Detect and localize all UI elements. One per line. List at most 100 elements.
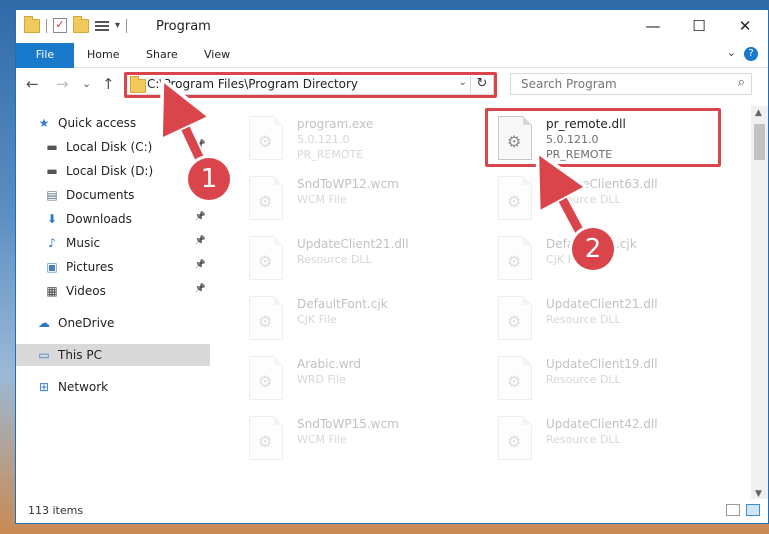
file-item[interactable]: ⚙ SndToWP12.wcm WCM File [239, 172, 469, 228]
sidebar-item[interactable]: ☁ OneDrive [16, 312, 210, 334]
properties-check-icon[interactable]: ✓ [53, 18, 67, 33]
view-options-icon[interactable] [95, 20, 109, 32]
sidebar-item[interactable]: ▬ Local Disk (C:) 📌 [16, 136, 210, 158]
pin-icon[interactable]: 📌 [195, 260, 206, 270]
sidebar-item[interactable]: ▦ Videos 📌 [16, 280, 210, 302]
gear-icon: ⚙ [507, 432, 522, 451]
file-item[interactable]: ⚙ DefaultFont.cjk CJK File [239, 292, 469, 348]
gear-icon: ⚙ [507, 252, 522, 271]
scroll-up-icon[interactable]: ▲ [755, 108, 762, 118]
file-icon: ⚙ [249, 236, 283, 280]
file-detail: Resource DLL [546, 193, 621, 206]
music-icon: ♪ [48, 236, 56, 250]
folder-icon[interactable] [24, 15, 40, 33]
sidebar-item[interactable]: ⬇ Downloads 📌 [16, 208, 210, 230]
sidebar-item-label: Pictures [66, 260, 114, 274]
sidebar-item-label: Local Disk (C:) [66, 140, 153, 154]
file-detail: Resource DLL [546, 433, 621, 446]
file-detail: 5.0.121.0 [297, 133, 350, 146]
file-icon: ⚙ [498, 296, 532, 340]
pictures-icon: ▣ [46, 260, 58, 274]
new-folder-icon[interactable] [73, 15, 89, 33]
gear-icon: ⚙ [258, 132, 273, 151]
pin-icon[interactable]: 📌 [195, 236, 206, 246]
large-icons-view-icon[interactable] [746, 504, 760, 516]
view-switcher [726, 504, 760, 516]
file-icon: ⚙ [249, 416, 283, 460]
sidebar-item-label: Local Disk (D:) [66, 164, 154, 178]
vertical-scrollbar[interactable]: ▲ ▼ [751, 106, 768, 501]
sidebar-item[interactable]: ★ Quick access [16, 112, 210, 134]
gear-icon: ⚙ [507, 192, 522, 211]
scroll-down-icon[interactable]: ▼ [755, 489, 762, 499]
gear-icon: ⚙ [258, 252, 273, 271]
file-detail: Resource DLL [546, 373, 621, 386]
file-detail: WRD File [297, 373, 346, 386]
sidebar-item[interactable]: ♪ Music 📌 [16, 232, 210, 254]
pin-icon[interactable]: 📌 [195, 212, 206, 222]
file-item[interactable]: ⚙ UpdateClient21.dll Resource DLL [488, 292, 718, 348]
sidebar-item[interactable]: ⊞ Network [16, 376, 210, 398]
tab-view[interactable]: View [204, 43, 230, 67]
scroll-thumb[interactable] [754, 124, 765, 160]
minimize-button[interactable]: — [630, 10, 676, 42]
file-icon: ⚙ [249, 176, 283, 220]
sidebar-item[interactable]: ▭ This PC [16, 344, 210, 366]
file-icon: ⚙ [249, 356, 283, 400]
navigation-pane: ★ Quick access ▬ Local Disk (C:) 📌 ▬ Local Dis… [16, 106, 210, 501]
up-button[interactable]: ↑ [102, 75, 115, 93]
address-highlight-box [124, 72, 497, 98]
drive-icon: ▬ [46, 164, 58, 178]
sidebar-item[interactable]: ▣ Pictures 📌 [16, 256, 210, 278]
file-name: UpdateClient21.dll [297, 237, 409, 251]
file-detail: Resource DLL [546, 313, 621, 326]
sidebar-item-label: Videos [66, 284, 106, 298]
item-count: 113 items [28, 504, 84, 517]
file-detail: Resource DLL [297, 253, 372, 266]
close-button[interactable]: ✕ [722, 10, 768, 42]
file-name: program.exe [297, 117, 374, 131]
sidebar-item-label: Documents [66, 188, 135, 202]
file-item[interactable]: ⚙ SndToWP15.wcm WCM File [239, 412, 469, 468]
recent-locations-button[interactable]: ⌄ [82, 77, 91, 90]
search-box[interactable]: ⌕ [510, 73, 752, 95]
file-detail: PR_REMOTE [297, 148, 364, 161]
back-button[interactable]: ← [26, 75, 39, 93]
pin-icon[interactable]: 📌 [195, 284, 206, 294]
file-item[interactable]: ⚙ UpdateClient42.dll Resource DLL [488, 412, 718, 468]
tab-share[interactable]: Share [146, 43, 178, 67]
pin-icon[interactable]: 📌 [195, 140, 206, 150]
tab-home[interactable]: Home [87, 43, 119, 67]
file-item[interactable]: ⚙ UpdateClient21.dll Resource DLL [239, 232, 469, 288]
sidebar-item[interactable]: ▬Local Disk (D:)📌 [16, 160, 210, 182]
file-icon: ⚙ [498, 356, 532, 400]
network-icon: ⊞ [38, 380, 50, 394]
file-item[interactable]: ⚙ UpdateClient19.dll Resource DLL [488, 352, 718, 408]
title-bar: ✓ ▾ Program — ☐ ✕ [16, 10, 768, 43]
file-icon: ⚙ [498, 416, 532, 460]
explorer-window: ✓ ▾ Program — ☐ ✕ File Home Share View ⌄… [15, 9, 769, 524]
forward-button[interactable]: → [56, 75, 69, 93]
help-icon[interactable]: ? [744, 47, 758, 61]
status-bar: 113 items [16, 499, 768, 523]
details-view-icon[interactable] [726, 504, 740, 516]
search-icon[interactable]: ⌕ [738, 75, 745, 90]
cloud-icon: ☁ [38, 316, 50, 330]
file-item[interactable]: ⚙ program.exe 5.0.121.0 PR_REMOTE [239, 112, 469, 168]
ribbon-expand-chevron-icon[interactable]: ⌄ [727, 46, 736, 59]
file-highlight-box [485, 108, 721, 167]
search-input[interactable] [519, 76, 723, 92]
file-item[interactable]: ⚙ Arabic.wrd WRD File [239, 352, 469, 408]
ribbon-tabs: File Home Share View ⌄ ? [16, 43, 768, 99]
file-icon: ⚙ [249, 296, 283, 340]
step-2-badge: 2 [572, 228, 614, 270]
file-name: DefaultFont.cjk [297, 297, 388, 311]
gear-icon: ⚙ [507, 312, 522, 331]
gear-icon: ⚙ [258, 432, 273, 451]
file-name: SndToWP12.wcm [297, 177, 399, 191]
sidebar-item-label: Downloads [66, 212, 132, 226]
maximize-button[interactable]: ☐ [676, 10, 722, 42]
sidebar-item[interactable]: ▤Documents📌 [16, 184, 210, 206]
file-item[interactable]: ⚙ UpdateClient63.dll Resource DLL [488, 172, 718, 228]
qat-dropdown-icon[interactable]: ▾ [115, 20, 120, 31]
